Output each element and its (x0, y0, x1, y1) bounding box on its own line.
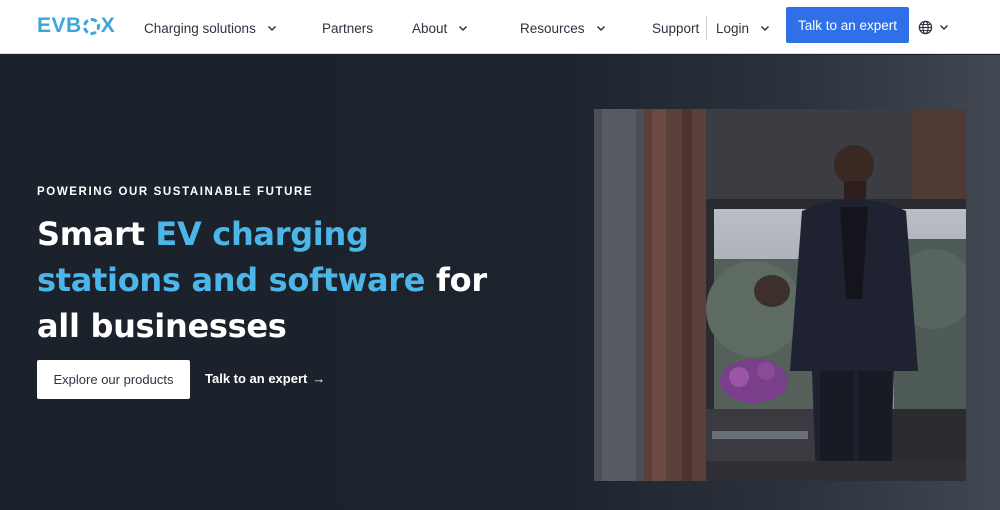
chevron-down-icon (266, 22, 278, 34)
nav-support[interactable]: Support (652, 18, 699, 38)
chevron-down-icon (595, 22, 607, 34)
nav-login-label: Login (716, 20, 750, 36)
talk-to-expert-button[interactable]: Talk to an expert (786, 7, 909, 43)
arrow-right-icon: → (312, 371, 326, 386)
hero-headline: Smart EV charging stations and software … (37, 211, 517, 349)
talk-to-expert-link[interactable]: Talk to an expert → (205, 371, 325, 386)
nav-support-label: Support (652, 20, 700, 36)
nav-about[interactable]: About (412, 18, 469, 38)
nav-partners-label: Partners (322, 20, 374, 36)
hero-video-frame (594, 109, 966, 481)
globe-icon (918, 20, 933, 35)
nav-divider (706, 16, 707, 40)
chevron-down-icon (759, 22, 771, 34)
chevron-down-icon (457, 22, 469, 34)
nav-partners[interactable]: Partners (322, 18, 373, 38)
nav-about-label: About (412, 20, 448, 36)
language-selector[interactable] (918, 18, 950, 36)
hero-video[interactable] (594, 109, 966, 481)
nav-login[interactable]: Login (716, 18, 771, 38)
hero-section: POWERING OUR SUSTAINABLE FUTURE Smart EV… (0, 55, 1000, 510)
explore-products-button[interactable]: Explore our products (37, 360, 190, 399)
nav-charging-solutions[interactable]: Charging solutions (144, 18, 278, 38)
nav-resources-label: Resources (520, 20, 585, 36)
logo-ring-mark (82, 17, 100, 35)
evbox-logo[interactable]: EVB X (37, 14, 115, 37)
talk-to-expert-link-label: Talk to an expert (205, 371, 308, 386)
headline-part-1: Smart (37, 215, 156, 253)
nav-resources[interactable]: Resources (520, 18, 607, 38)
site-header: EVB X Charging solutions Partners About R… (0, 0, 1000, 54)
nav-charging-solutions-label: Charging solutions (144, 20, 256, 36)
hero-eyebrow: POWERING OUR SUSTAINABLE FUTURE (37, 186, 314, 198)
chevron-down-icon (938, 21, 950, 33)
